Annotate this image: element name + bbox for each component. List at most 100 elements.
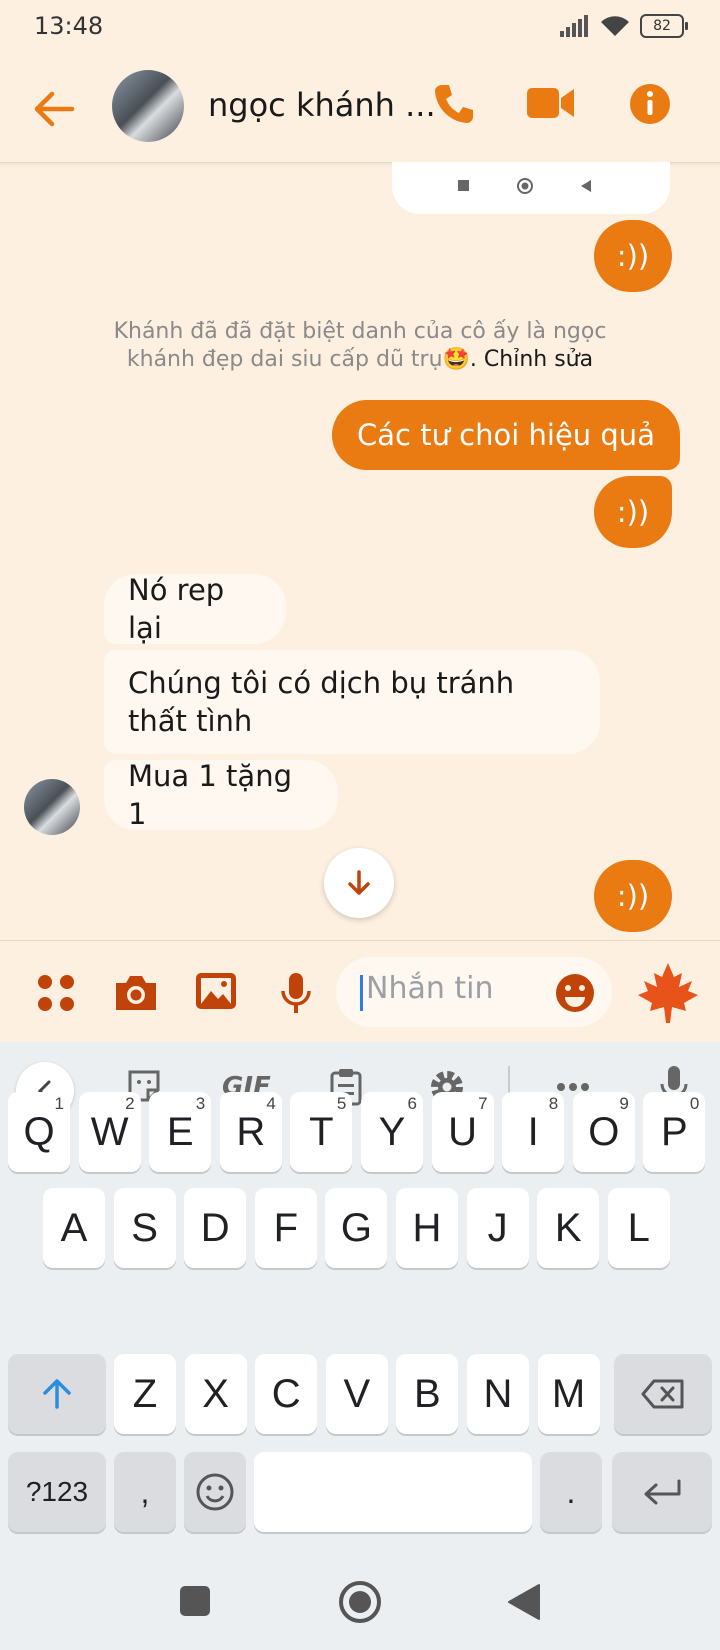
key-hint-number: 5: [336, 1094, 347, 1113]
key-label: O: [588, 1109, 620, 1154]
signal-icon: [560, 15, 588, 37]
key-label: X: [202, 1371, 229, 1416]
key-label: Y: [378, 1109, 406, 1154]
key-hint-number: 9: [619, 1094, 629, 1113]
key-v[interactable]: V: [325, 1354, 388, 1434]
outgoing-text-bubble[interactable]: Các tư choi hiệu quả: [332, 400, 680, 470]
key-h[interactable]: H: [396, 1188, 458, 1268]
key-z[interactable]: Z: [114, 1354, 176, 1434]
key-hint-number: 1: [54, 1094, 64, 1113]
key-label: B: [414, 1371, 441, 1416]
key-label: E: [166, 1109, 194, 1154]
key-b[interactable]: B: [396, 1354, 459, 1434]
sender-avatar[interactable]: [24, 779, 80, 835]
microphone-icon[interactable]: [280, 971, 312, 1015]
incoming-text-bubble[interactable]: Chúng tôi có dịch bụ tránh thất tình: [104, 650, 600, 754]
key-o[interactable]: O9: [572, 1092, 635, 1172]
key-j[interactable]: J: [466, 1188, 529, 1268]
key-m[interactable]: M: [537, 1354, 600, 1434]
key-x[interactable]: X: [184, 1354, 247, 1434]
emoji-key[interactable]: [184, 1452, 246, 1532]
key-a[interactable]: A: [43, 1188, 105, 1268]
key-hint-number: 2: [125, 1094, 135, 1113]
key-label: D: [200, 1205, 230, 1250]
key-label: I: [527, 1109, 539, 1154]
key-label: N: [483, 1371, 513, 1416]
more-options-icon[interactable]: [556, 1082, 590, 1092]
recent-apps-icon[interactable]: [178, 1584, 212, 1618]
key-f[interactable]: F: [254, 1188, 317, 1268]
key-label: G: [340, 1205, 372, 1250]
outgoing-emoticon-bubble[interactable]: :)): [594, 220, 672, 292]
key-g[interactable]: G: [325, 1188, 388, 1268]
info-icon[interactable]: [628, 82, 672, 126]
message-input-placeholder: Nhắn tin: [366, 971, 494, 1006]
nav-square-icon: [458, 180, 469, 191]
key-label: K: [554, 1205, 582, 1250]
key-w[interactable]: W2: [78, 1092, 141, 1172]
outgoing-emoticon-bubble[interactable]: :)): [594, 476, 672, 548]
incoming-text-bubble[interactable]: Nó rep lại: [104, 573, 286, 645]
key-u[interactable]: U7: [431, 1092, 494, 1172]
backspace-key[interactable]: [614, 1354, 712, 1434]
key-n[interactable]: N: [467, 1354, 529, 1434]
key-s[interactable]: S: [113, 1188, 176, 1268]
emoji-icon[interactable]: [554, 972, 596, 1014]
comma-key[interactable]: ,: [114, 1452, 176, 1532]
video-call-icon[interactable]: [526, 84, 576, 122]
space-key[interactable]: [254, 1452, 532, 1532]
key-label: F: [273, 1205, 299, 1250]
key-r[interactable]: R4: [219, 1092, 282, 1172]
key-label: Q: [23, 1109, 55, 1154]
outgoing-emoticon-bubble[interactable]: :)): [594, 860, 672, 932]
edit-nickname-link[interactable]: . Chỉnh sửa: [470, 347, 593, 372]
key-c[interactable]: C: [255, 1354, 318, 1434]
symbols-key[interactable]: ?123: [8, 1452, 106, 1532]
key-label: S: [131, 1205, 158, 1250]
shift-key[interactable]: [8, 1354, 106, 1434]
key-label: P: [661, 1109, 688, 1154]
status-icons: 82: [560, 14, 688, 38]
gallery-icon[interactable]: [194, 971, 238, 1011]
contact-name[interactable]: ngọc khánh ...: [208, 86, 436, 124]
home-icon[interactable]: [338, 1580, 382, 1624]
back-nav-icon[interactable]: [506, 1582, 542, 1622]
enter-key[interactable]: [612, 1452, 712, 1532]
shift-arrow-icon: [43, 1379, 71, 1409]
nickname-notice: Khánh đã đã đặt biệt danh của cô ấy là n…: [100, 318, 620, 374]
back-arrow-icon[interactable]: [28, 84, 78, 134]
apps-menu-icon[interactable]: [36, 973, 76, 1013]
phone-call-icon[interactable]: [432, 82, 476, 126]
key-i[interactable]: I8: [502, 1092, 565, 1172]
key-e[interactable]: E3: [149, 1092, 212, 1172]
star-struck-emoji: 🤩: [442, 347, 470, 372]
nav-back-icon: [581, 180, 591, 192]
incoming-text-bubble[interactable]: Mua 1 tặng 1: [104, 759, 338, 831]
key-label: R: [236, 1109, 266, 1154]
key-label: J: [487, 1205, 508, 1250]
key-y[interactable]: Y6: [361, 1092, 423, 1172]
message-input[interactable]: Nhắn tin: [336, 957, 612, 1027]
key-l[interactable]: L: [607, 1188, 670, 1268]
key-d[interactable]: D: [184, 1188, 247, 1268]
maple-leaf-reaction-icon[interactable]: [636, 961, 700, 1025]
key-p[interactable]: P0: [643, 1092, 706, 1172]
enter-arrow-icon: [644, 1479, 681, 1505]
scroll-to-bottom-button[interactable]: [324, 848, 394, 918]
arrow-down-icon: [348, 870, 370, 895]
camera-icon[interactable]: [112, 973, 160, 1013]
key-label: V: [343, 1371, 371, 1416]
period-key[interactable]: .: [540, 1452, 602, 1532]
key-label: A: [60, 1205, 88, 1250]
key-label: U: [448, 1109, 478, 1154]
key-t[interactable]: T5: [290, 1092, 353, 1172]
message-list[interactable]: :)) Khánh đã đã đặt biệt danh của cô ấy …: [0, 162, 720, 940]
shared-screenshot-image[interactable]: [392, 162, 670, 214]
key-q[interactable]: Q1: [8, 1092, 70, 1172]
contact-avatar[interactable]: [112, 70, 184, 142]
nav-home-icon: [517, 178, 533, 194]
key-k[interactable]: K: [537, 1188, 600, 1268]
battery-icon: 82: [640, 14, 688, 38]
key-label: M: [551, 1371, 586, 1416]
key-label: Z: [132, 1371, 158, 1416]
